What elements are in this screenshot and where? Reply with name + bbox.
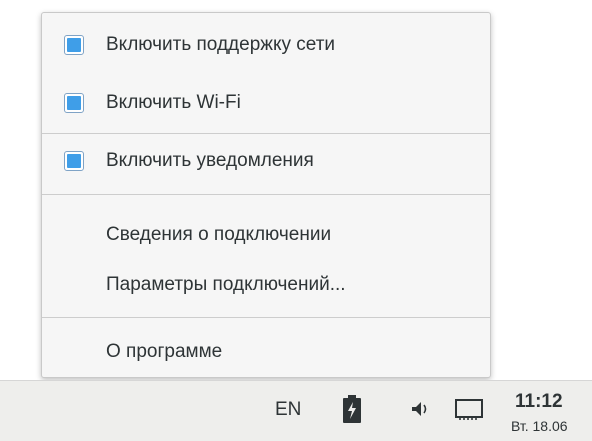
menu-item-enable-networking[interactable]: Включить поддержку сети	[42, 25, 490, 65]
menu-item-connection-info[interactable]: Сведения о подключении	[42, 215, 490, 255]
menu-separator	[42, 133, 490, 134]
menu-item-label: Включить поддержку сети	[106, 34, 336, 55]
network-wired-icon[interactable]	[454, 397, 484, 426]
checkbox-enable-networking[interactable]	[64, 35, 84, 55]
checkbox-enable-wifi[interactable]	[64, 93, 84, 113]
taskbar-panel: EN 11:12 Вт. 18.06	[0, 380, 592, 441]
keyboard-layout-indicator[interactable]: EN	[275, 399, 301, 421]
menu-item-label: Сведения о подключении	[106, 224, 332, 245]
network-context-menu: Включить поддержку сети Включить Wi-Fi В…	[41, 12, 491, 378]
menu-item-label: Параметры подключений...	[106, 274, 346, 295]
clock-time[interactable]: 11:12	[515, 391, 563, 413]
menu-item-enable-notifications[interactable]: Включить уведомления	[42, 141, 490, 181]
checkbox-enable-notifications[interactable]	[64, 151, 84, 171]
menu-item-about[interactable]: О программе	[42, 332, 490, 372]
menu-item-label: Включить уведомления	[106, 150, 314, 171]
menu-item-enable-wifi[interactable]: Включить Wi-Fi	[42, 83, 490, 123]
menu-separator	[42, 317, 490, 318]
speaker-icon[interactable]	[410, 399, 430, 424]
menu-separator	[42, 194, 490, 195]
menu-item-label: О программе	[106, 341, 223, 362]
menu-item-edit-connections[interactable]: Параметры подключений...	[42, 265, 490, 305]
battery-charging-icon[interactable]	[342, 395, 362, 428]
clock-date[interactable]: Вт. 18.06	[511, 418, 568, 434]
menu-item-label: Включить Wi-Fi	[106, 92, 241, 113]
